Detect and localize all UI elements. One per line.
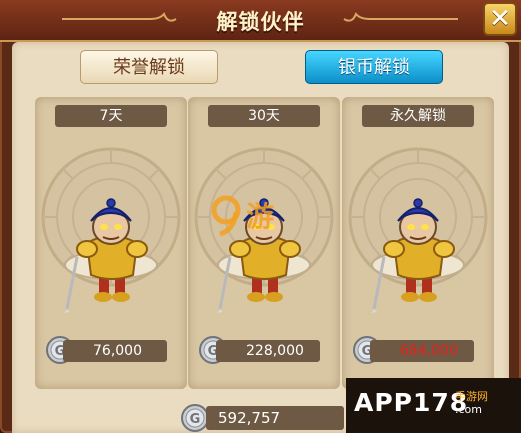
silver-balance: 592,757 <box>206 406 344 430</box>
unlock-partner-window: 解锁伙伴 ✕ 荣誉解锁 银币解锁 7天 G 76,000 30天 G 228,0… <box>0 0 521 433</box>
duration-label: 30天 <box>208 105 320 127</box>
unlock-price: 228,000 <box>216 340 320 362</box>
duration-label: 永久解锁 <box>362 105 474 127</box>
watermark-url-text: .com <box>455 403 482 416</box>
window-title: 解锁伙伴 <box>216 10 305 34</box>
watermark-sub-text: 手游网 <box>455 390 488 403</box>
svg-text:G: G <box>190 412 201 427</box>
unlock-price: 76,000 <box>63 340 167 362</box>
watermark-logo: 游 <box>211 195 274 237</box>
svg-text:游: 游 <box>246 200 274 233</box>
tab-honor-unlock[interactable]: 荣誉解锁 <box>80 50 218 84</box>
unlock-option-card[interactable]: 永久解锁 G 684,000 <box>342 97 494 389</box>
duration-label: 7天 <box>55 105 167 127</box>
tab-silver-unlock[interactable]: 银币解锁 <box>305 50 443 84</box>
watermark-app-text: APP178 <box>354 388 469 417</box>
unlock-option-card[interactable]: 30天 G 228,000 <box>188 97 340 389</box>
unlock-option-card[interactable]: 7天 G 76,000 <box>35 97 187 389</box>
close-button[interactable]: ✕ <box>483 2 517 36</box>
unlock-price: 684,000 <box>370 340 474 362</box>
close-icon: ✕ <box>489 4 511 34</box>
partner-hero-icon <box>64 198 148 313</box>
partner-hero-icon <box>371 198 455 313</box>
